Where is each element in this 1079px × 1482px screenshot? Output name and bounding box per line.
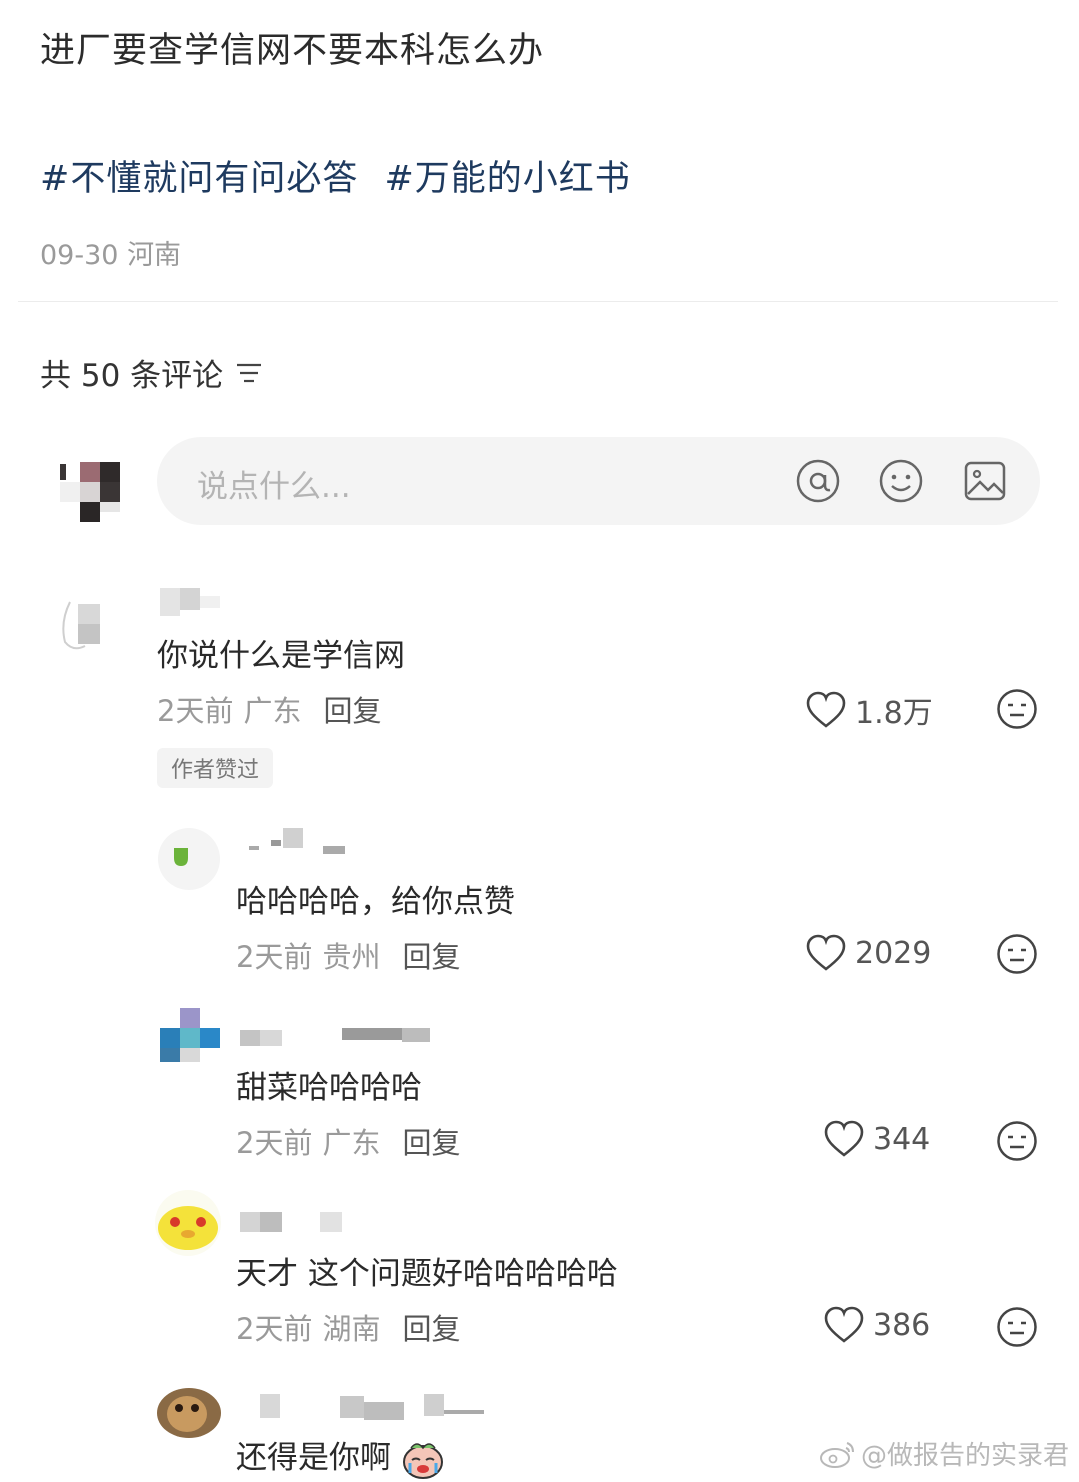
avatar[interactable] (160, 1008, 222, 1070)
heart-icon (824, 1306, 864, 1343)
post-date: 09-30 (40, 240, 119, 271)
image-icon[interactable] (962, 458, 1008, 504)
meh-face-icon[interactable] (996, 688, 1038, 730)
crying-face-icon (402, 1442, 443, 1479)
post-location: 河南 (127, 240, 182, 271)
like-button[interactable]: 344 (823, 1120, 930, 1158)
comment-text: 哈哈哈哈，给你点赞 (236, 884, 515, 920)
meh-face-icon[interactable] (996, 1120, 1038, 1162)
comment-input-placeholder: 说点什么... (197, 469, 351, 505)
comment-text: 甜菜哈哈哈哈 (236, 1070, 422, 1106)
weibo-logo-icon (819, 1441, 854, 1468)
hashtag-link[interactable]: #万能的小红书 (384, 159, 630, 199)
like-count: 1.8万 (855, 696, 933, 731)
like-button[interactable]: 1.8万 (805, 688, 933, 732)
like-button[interactable]: 386 (823, 1306, 930, 1344)
username-blurred[interactable] (240, 1210, 350, 1234)
username-blurred[interactable] (240, 1026, 440, 1050)
comment-text: 天才 这个问题好哈哈哈哈哈 (236, 1256, 618, 1292)
watermark: @做报告的实录君 (819, 1435, 1069, 1472)
at-icon[interactable] (795, 458, 841, 504)
avatar[interactable] (155, 1190, 221, 1256)
username-blurred[interactable] (250, 1392, 490, 1422)
author-liked-badge: 作者赞过 (157, 748, 274, 788)
post-title: 进厂要查学信网不要本科怎么办 (40, 31, 545, 71)
heart-icon (824, 1120, 864, 1157)
like-count: 2029 (855, 935, 932, 971)
like-count: 344 (873, 1121, 931, 1157)
avatar[interactable] (158, 828, 220, 890)
meh-face-icon[interactable] (996, 1306, 1038, 1348)
comment-meta: 2天前 湖南 回复 (236, 1312, 461, 1346)
reply-button[interactable]: 回复 (402, 1312, 460, 1346)
reply-button[interactable]: 回复 (323, 694, 381, 728)
comment-meta: 2天前 广东 回复 (236, 1126, 461, 1160)
reply-button[interactable]: 回复 (402, 940, 460, 974)
comments-count: 共 50 条评论 (40, 358, 224, 394)
comment-meta: 2天前 贵州 回复 (236, 940, 461, 974)
heart-icon (806, 934, 846, 971)
comments-header: 共 50 条评论 (40, 350, 263, 395)
heart-icon (806, 691, 846, 728)
post-meta: 09-30 河南 (40, 233, 181, 272)
comment-input[interactable]: 说点什么... (157, 437, 1040, 525)
hashtags: #不懂就问有问必答 #万能的小红书 (40, 150, 645, 201)
like-count: 386 (873, 1307, 931, 1343)
avatar[interactable] (48, 582, 128, 662)
comment-text: 还得是你啊 (236, 1432, 445, 1480)
avatar[interactable] (157, 1388, 221, 1438)
sort-lines-icon[interactable] (235, 361, 263, 385)
meh-face-icon[interactable] (996, 933, 1038, 975)
emoji-icon[interactable] (878, 458, 924, 504)
like-button[interactable]: 2029 (805, 934, 931, 972)
username-blurred[interactable] (245, 828, 375, 856)
divider (18, 301, 1058, 302)
comment-meta: 2天前 广东 回复 (157, 694, 382, 728)
hashtag-link[interactable]: #不懂就问有问必答 (40, 159, 358, 199)
comment-text: 你说什么是学信网 (157, 638, 405, 674)
username-blurred[interactable] (160, 588, 222, 616)
reply-button[interactable]: 回复 (402, 1126, 460, 1160)
user-avatar[interactable] (60, 462, 122, 524)
